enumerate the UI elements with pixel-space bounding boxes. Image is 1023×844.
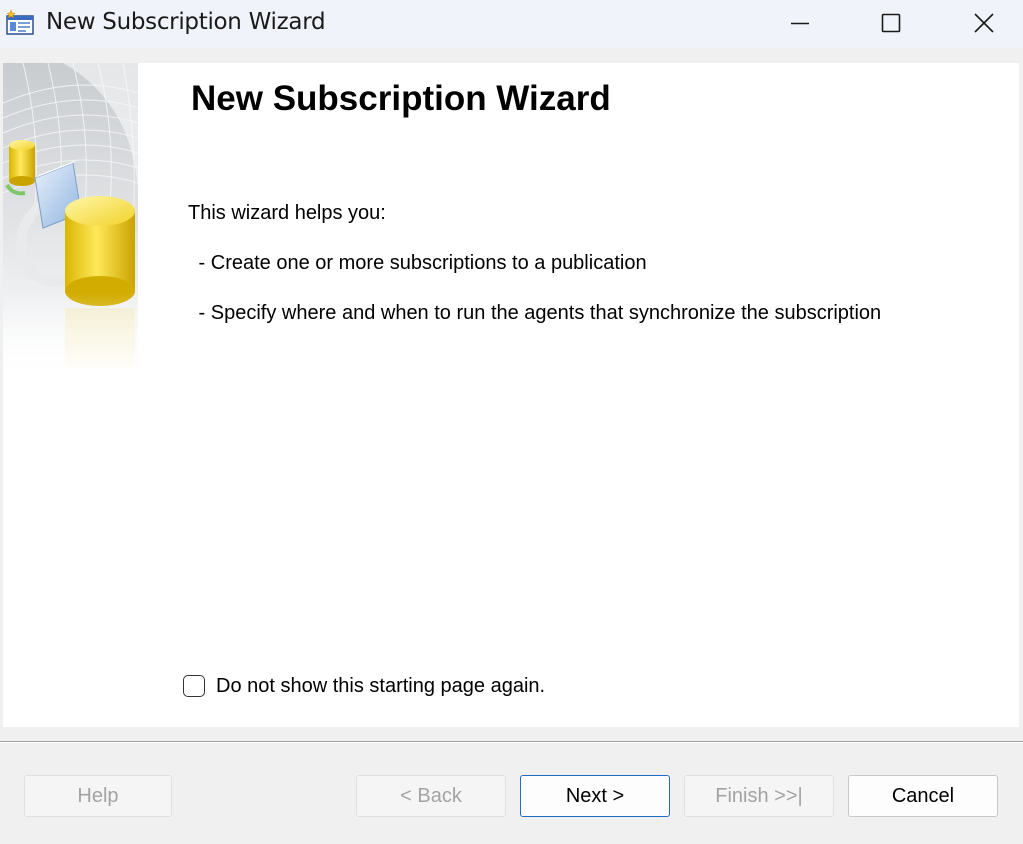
- dont-show-again-checkbox[interactable]: [183, 675, 205, 697]
- wizard-window: New Subscription Wizard New Subscription…: [0, 0, 1023, 844]
- next-button[interactable]: Next >: [520, 775, 670, 817]
- footer-divider-highlight: [0, 742, 1023, 743]
- dont-show-again-label[interactable]: Do not show this starting page again.: [216, 675, 545, 698]
- close-button[interactable]: [938, 0, 1023, 46]
- cancel-button[interactable]: Cancel: [848, 775, 998, 817]
- back-button[interactable]: < Back: [356, 775, 506, 817]
- wizard-window-icon: [5, 9, 35, 36]
- maximize-icon: [881, 13, 901, 33]
- bullet-item: - Create one or more subscriptions to a …: [193, 252, 647, 274]
- title-bar[interactable]: New Subscription Wizard: [0, 0, 1023, 48]
- window-title: New Subscription Wizard: [46, 9, 326, 35]
- minimize-button[interactable]: [754, 0, 846, 46]
- page-title: New Subscription Wizard: [191, 79, 611, 118]
- intro-text: This wizard helps you:: [188, 202, 386, 224]
- wizard-content-panel: New Subscription Wizard This wizard help…: [2, 62, 1019, 727]
- minimize-icon: [791, 22, 809, 25]
- close-icon: [974, 13, 994, 33]
- help-button[interactable]: Help: [24, 775, 172, 817]
- maximize-button[interactable]: [845, 0, 937, 46]
- database-wizard-art: [2, 62, 139, 383]
- finish-button[interactable]: Finish >>|: [684, 775, 834, 817]
- bullet-item: - Specify where and when to run the agen…: [193, 302, 882, 324]
- dont-show-again-option[interactable]: Do not show this starting page again.: [183, 672, 545, 700]
